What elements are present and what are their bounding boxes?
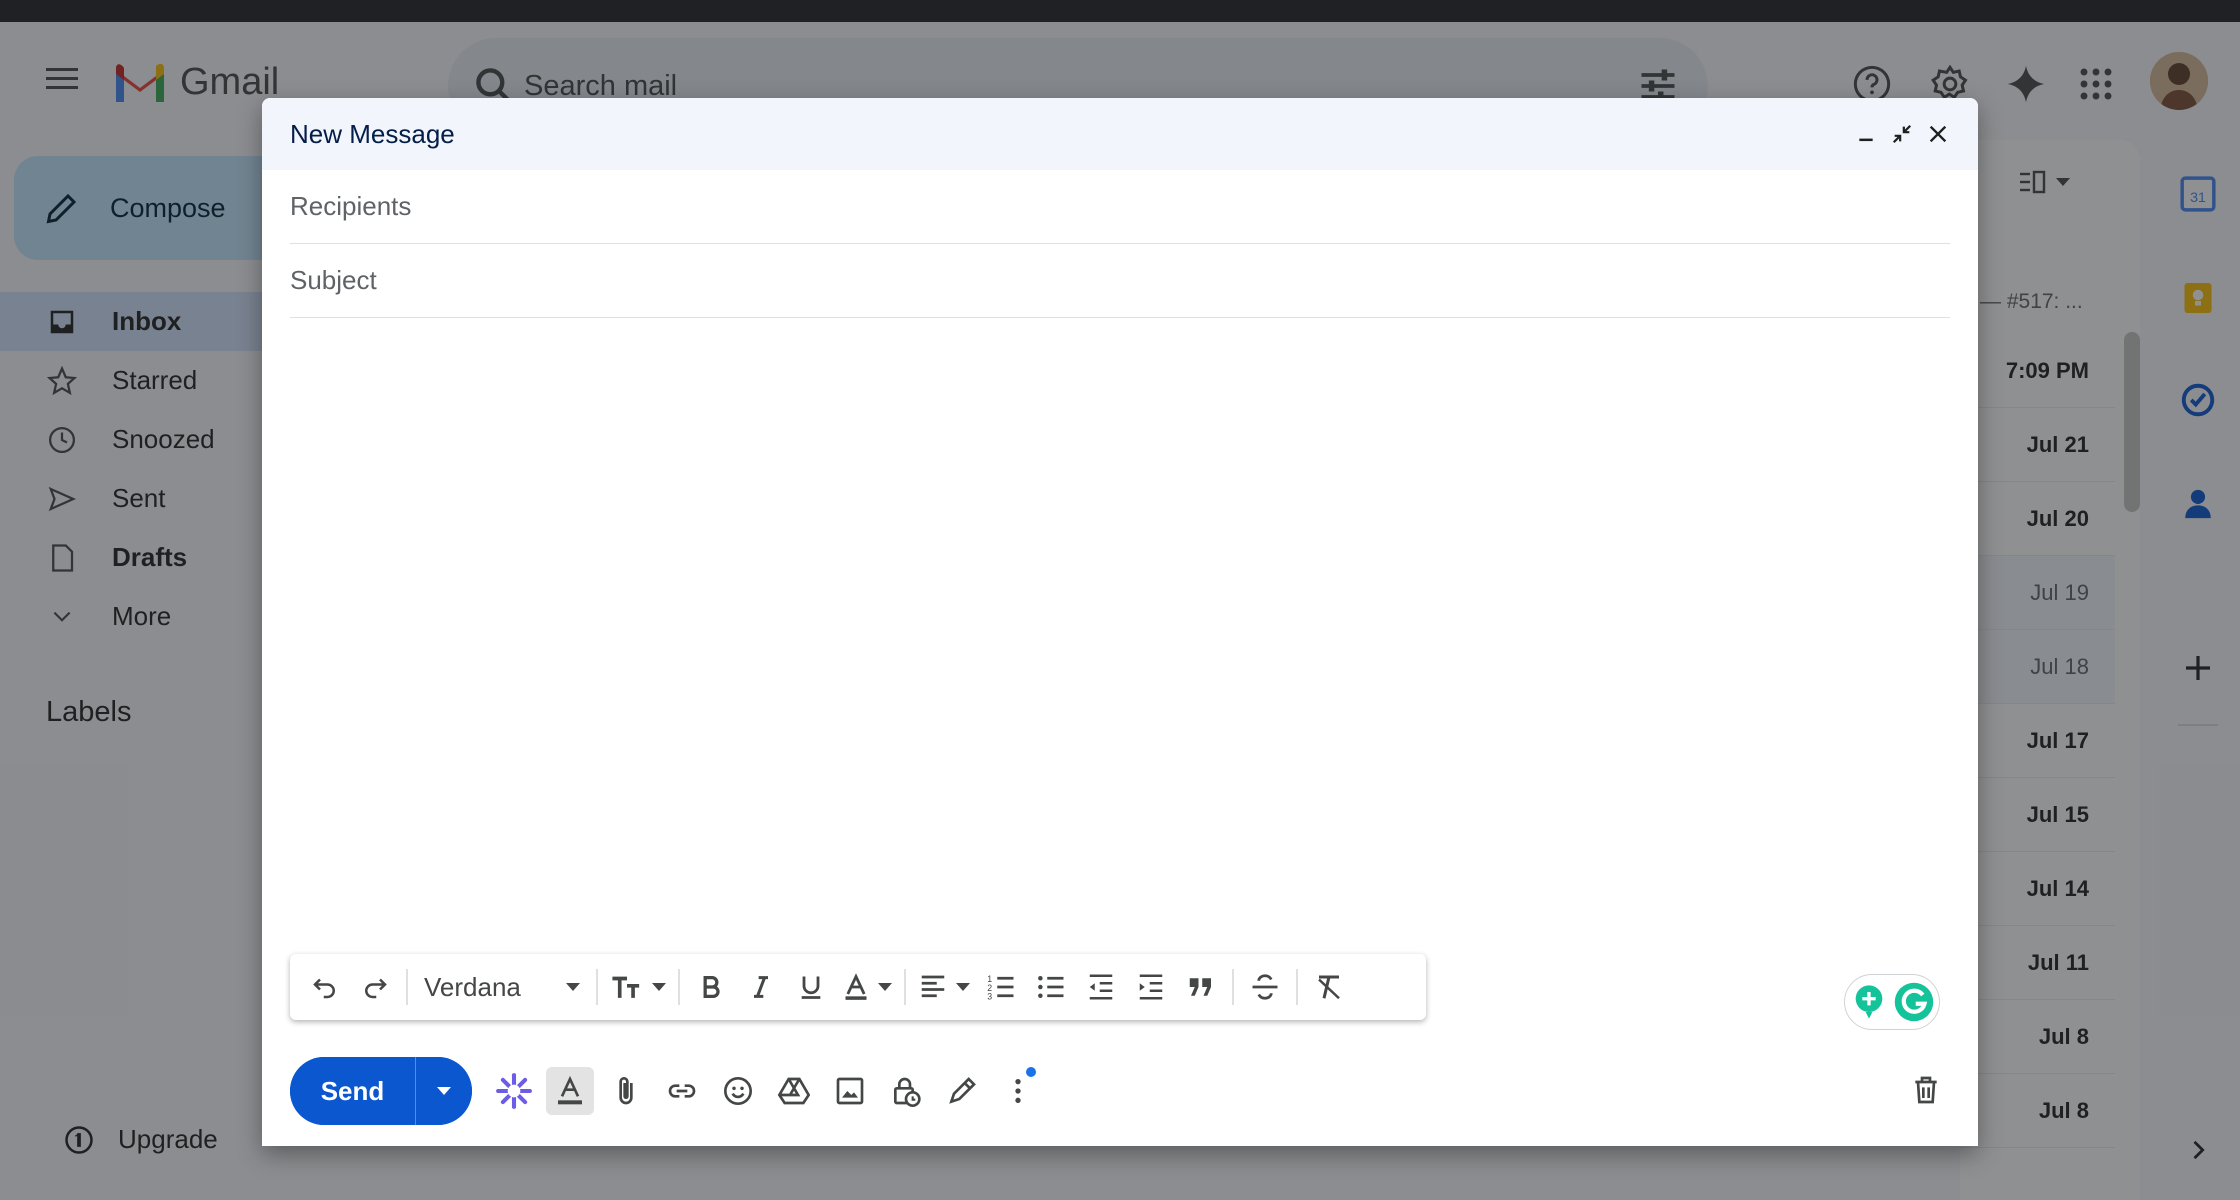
browser-top-bar bbox=[0, 0, 2240, 22]
compose-title: New Message bbox=[290, 118, 455, 149]
notification-dot bbox=[1026, 1067, 1036, 1077]
recipients-row bbox=[290, 170, 1950, 244]
insert-emoji-icon[interactable] bbox=[714, 1067, 762, 1115]
confidential-mode-icon[interactable] bbox=[882, 1067, 930, 1115]
send-button[interactable]: Send bbox=[290, 1057, 416, 1125]
toolbar-divider bbox=[406, 969, 408, 1005]
insert-link-icon[interactable] bbox=[658, 1067, 706, 1115]
discard-draft-trash-icon[interactable] bbox=[1902, 1066, 1950, 1114]
send-button-group: Send bbox=[290, 1057, 472, 1125]
recipients-field[interactable] bbox=[290, 191, 1950, 222]
numbered-list-icon[interactable]: 123 bbox=[976, 962, 1026, 1012]
chevron-down-icon bbox=[566, 983, 580, 991]
send-options-button[interactable] bbox=[416, 1057, 472, 1125]
quote-icon[interactable] bbox=[1176, 962, 1226, 1012]
grammarly-suggestion-icon bbox=[1855, 985, 1883, 1019]
attach-file-icon[interactable] bbox=[602, 1067, 650, 1115]
text-size-icon bbox=[612, 976, 640, 998]
text-color-button[interactable] bbox=[836, 962, 898, 1012]
svg-text:3: 3 bbox=[987, 992, 992, 1002]
chevron-down-icon bbox=[878, 983, 892, 991]
font-size-button[interactable] bbox=[604, 962, 672, 1012]
more-options-icon[interactable] bbox=[994, 1067, 1042, 1115]
toolbar-divider bbox=[596, 969, 598, 1005]
font-family-value: Verdana bbox=[424, 971, 521, 1002]
ai-sparkle-icon[interactable] bbox=[490, 1067, 538, 1115]
compose-header[interactable]: New Message bbox=[262, 98, 1978, 170]
indent-more-icon[interactable] bbox=[1126, 962, 1176, 1012]
grammarly-widget[interactable] bbox=[1844, 974, 1940, 1030]
chevron-down-icon bbox=[437, 1087, 451, 1095]
subject-field[interactable] bbox=[290, 265, 1950, 296]
grammarly-g-icon bbox=[1894, 982, 1934, 1022]
toolbar-divider bbox=[1296, 969, 1298, 1005]
align-button[interactable] bbox=[912, 962, 976, 1012]
insert-photo-icon[interactable] bbox=[826, 1067, 874, 1115]
compose-dialog: New Message Verdana bbox=[262, 98, 1978, 1146]
remove-formatting-icon[interactable] bbox=[1304, 962, 1354, 1012]
toolbar-divider bbox=[678, 969, 680, 1005]
signature-pen-icon[interactable] bbox=[938, 1067, 986, 1115]
compose-actions-bar: Send bbox=[290, 1056, 1950, 1126]
italic-icon[interactable] bbox=[736, 962, 786, 1012]
align-left-icon bbox=[921, 975, 945, 998]
exit-fullscreen-icon[interactable] bbox=[1884, 116, 1920, 152]
underline-icon[interactable] bbox=[786, 962, 836, 1012]
text-color-icon bbox=[845, 973, 867, 1000]
formatting-options-icon[interactable] bbox=[546, 1067, 594, 1115]
redo-icon[interactable] bbox=[350, 962, 400, 1012]
close-icon[interactable] bbox=[1920, 116, 1956, 152]
chevron-down-icon bbox=[956, 983, 970, 991]
toolbar-divider bbox=[904, 969, 906, 1005]
chevron-down-icon bbox=[652, 983, 666, 991]
minimize-icon[interactable] bbox=[1848, 116, 1884, 152]
bold-icon[interactable] bbox=[686, 962, 736, 1012]
font-family-select[interactable]: Verdana bbox=[414, 962, 590, 1012]
google-drive-icon[interactable] bbox=[770, 1067, 818, 1115]
toolbar-divider bbox=[1232, 969, 1234, 1005]
undo-icon[interactable] bbox=[300, 962, 350, 1012]
indent-less-icon[interactable] bbox=[1076, 962, 1126, 1012]
bulleted-list-icon[interactable] bbox=[1026, 962, 1076, 1012]
message-body-editor[interactable] bbox=[290, 320, 1950, 1040]
formatting-toolbar: Verdana 123 bbox=[290, 954, 1426, 1020]
subject-row bbox=[290, 244, 1950, 318]
strikethrough-icon[interactable] bbox=[1240, 962, 1290, 1012]
